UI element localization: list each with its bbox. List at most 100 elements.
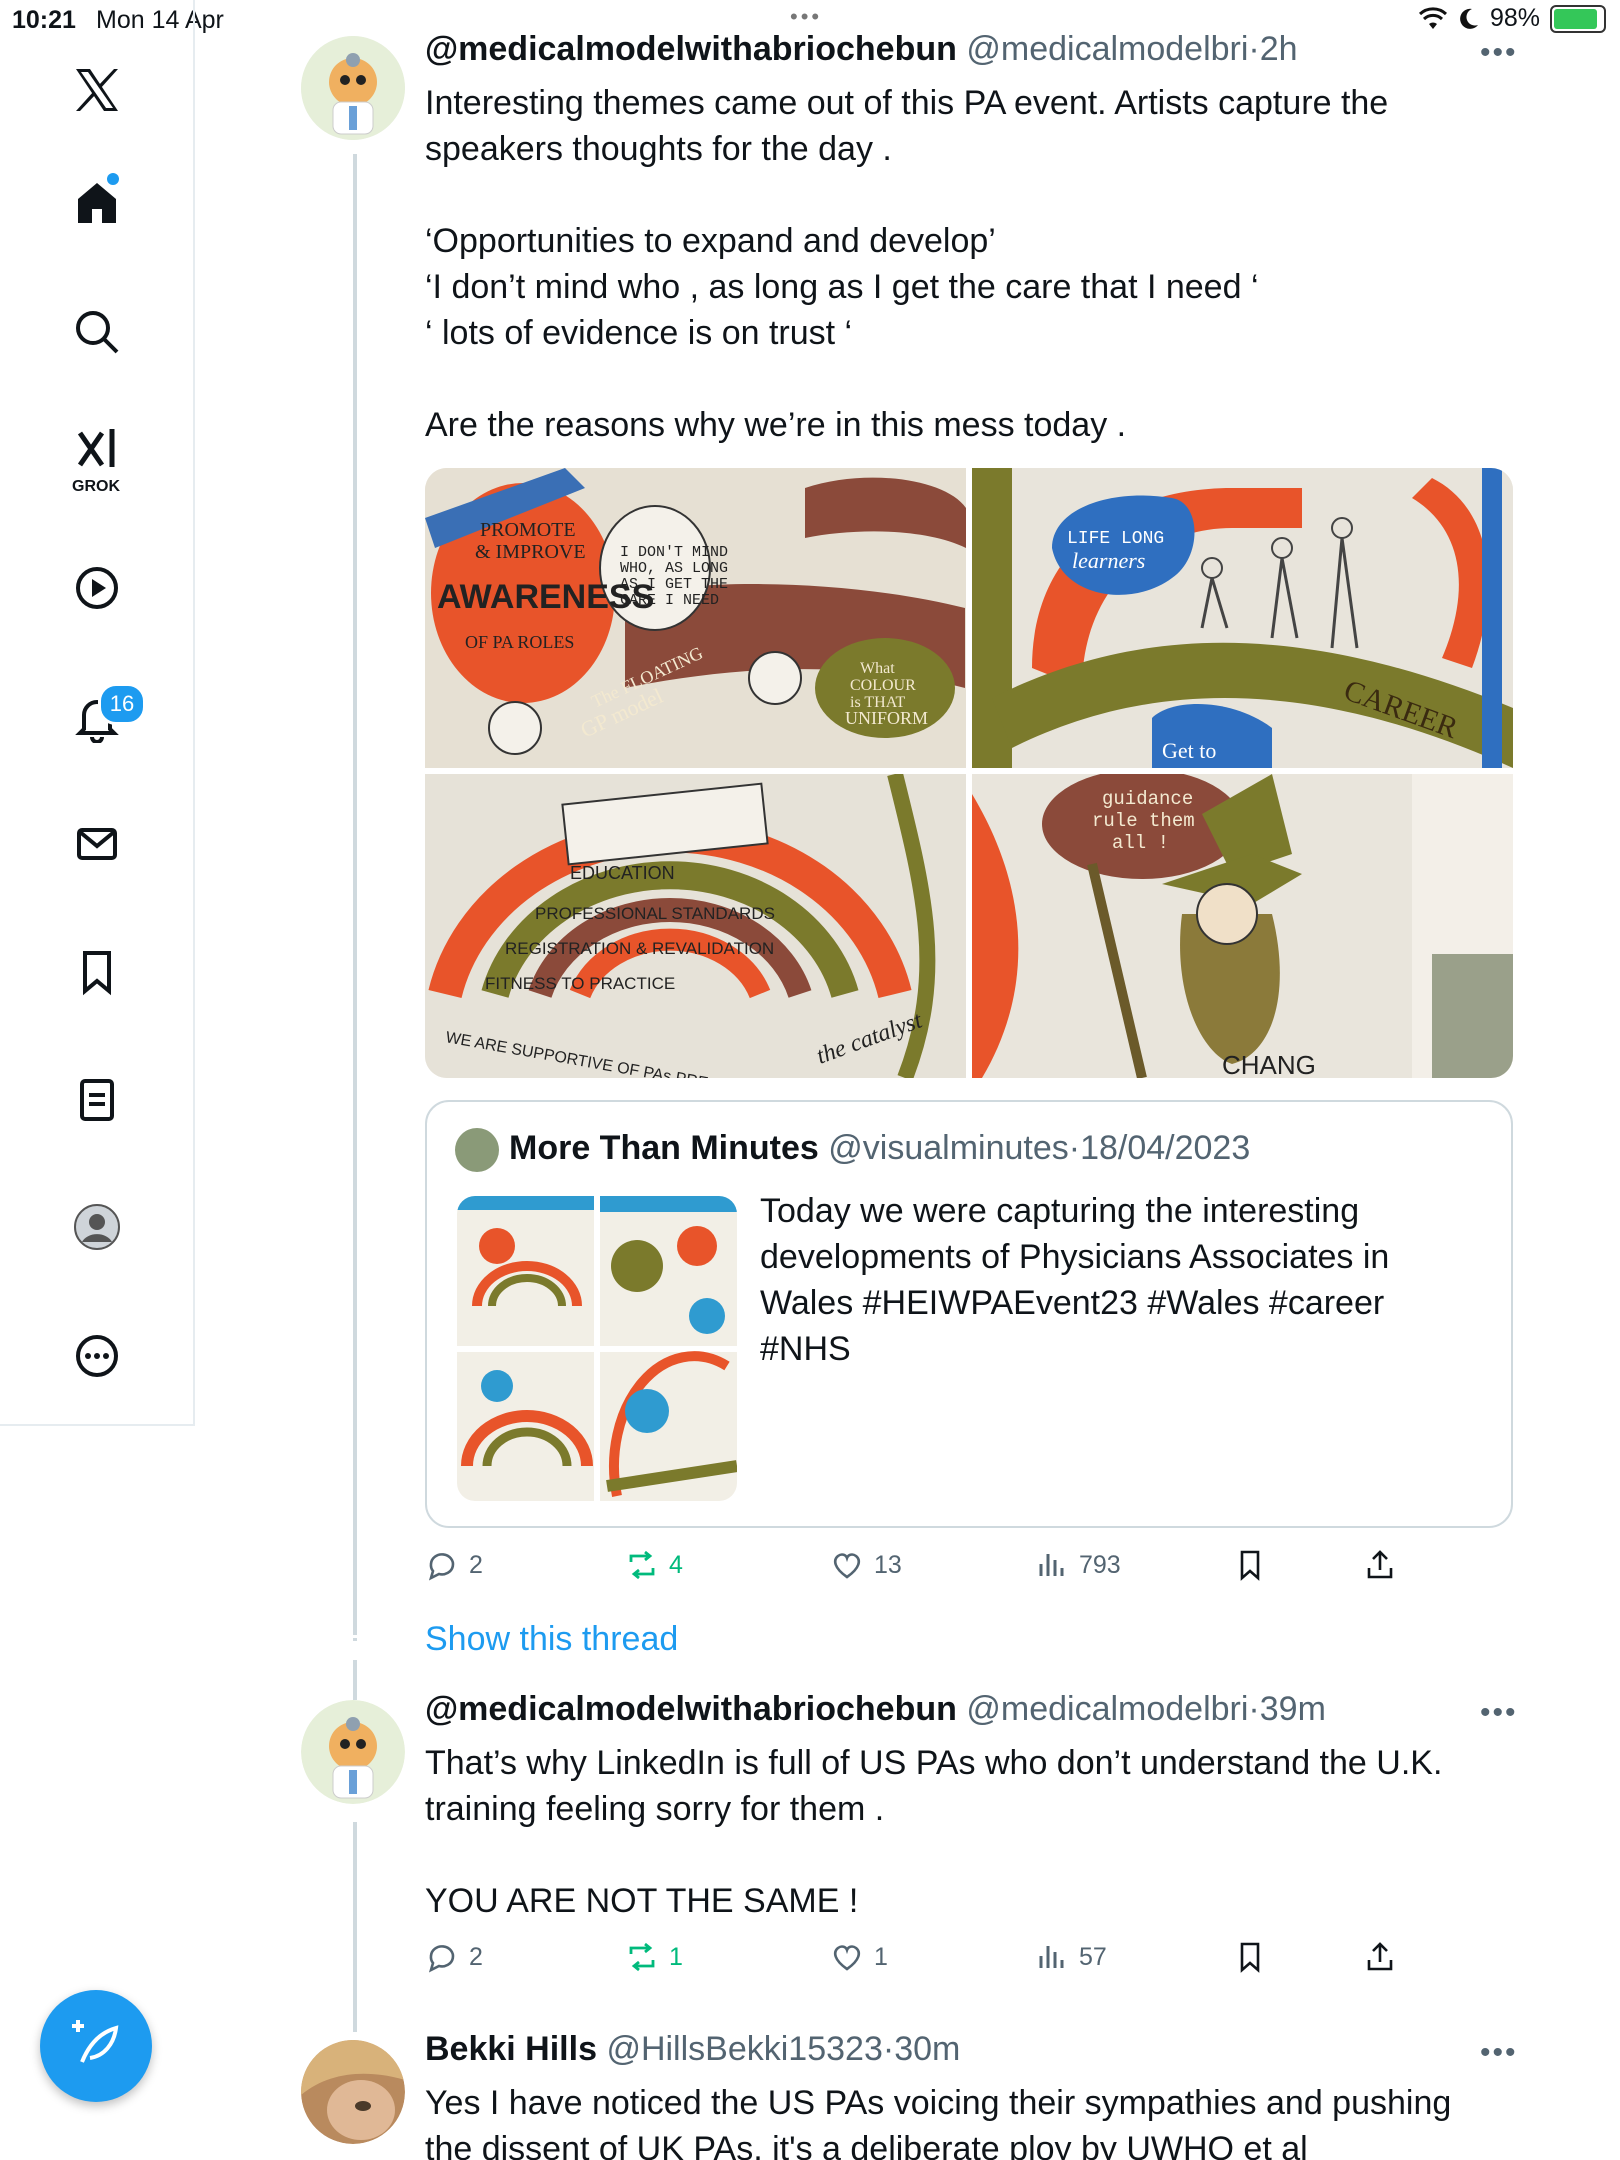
tweet-time[interactable]: 30m [894,2030,960,2068]
media-text: I DON'T MIND [620,544,728,561]
view-count: 57 [1079,1942,1107,1971]
avatar[interactable] [301,1700,405,1804]
media-text: AS I GET THE [620,576,728,593]
sidebar: GROK 16 [0,0,195,1426]
media-grid[interactable]: PROMOTE & IMPROVE AWARENESS OF PA ROLES … [425,468,1513,1078]
like-count: 13 [874,1550,902,1579]
search-icon[interactable] [57,292,137,372]
tweet-line: ‘Opportunities to expand and develop’ [425,222,996,260]
tweet-line: training feeling sorry for them . [425,1790,885,1828]
tweet-header: @medicalmodelwithabriochebun @medicalmod… [425,1690,1326,1728]
like-button[interactable]: 1 [830,1940,888,1974]
author-name[interactable]: @medicalmodelwithabriochebun [425,30,957,68]
share-icon [1367,1550,1393,1579]
tweet-line: YOU ARE NOT THE SAME ! [425,1882,859,1920]
repost-count: 1 [669,1942,683,1971]
tweet-line: the dissent of UK PAs, it's a deliberate… [425,2130,1308,2160]
compose-button[interactable] [40,1990,152,2102]
repost-icon [629,1942,655,1972]
more-options-icon[interactable]: ••• [1480,1696,1518,1730]
media-text: guidance [1102,788,1193,810]
share-button[interactable] [1363,1940,1397,1974]
mail-icon[interactable] [57,804,137,884]
tweet-line: ‘ lots of evidence is on trust ‘ [425,314,853,352]
media-image-4[interactable]: guidance rule them all ! CHANG [972,769,1513,1078]
tweet-line: Are the reasons why we’re in this mess t… [425,406,1127,444]
heart-icon [833,1553,861,1579]
media-image-2[interactable]: LIFE LONG learners CAREER Get to [972,468,1513,768]
avatar[interactable] [301,36,405,140]
video-play-icon[interactable] [57,548,137,628]
repost-icon [629,1550,655,1580]
author-handle[interactable]: @medicalmodelbri [966,1690,1248,1728]
multitask-dots-icon[interactable]: ••• [790,4,822,30]
reply-button[interactable]: 2 [425,1548,483,1582]
home-notification-dot [107,173,119,185]
quote-author-name[interactable]: More Than Minutes [509,1129,819,1167]
media-image-3[interactable]: EDUCATION PROFESSIONAL STANDARDS REGISTR… [425,772,966,1078]
show-thread-link[interactable]: Show this thread [425,1620,678,1659]
media-text: CHANG [1222,1050,1316,1078]
reply-button[interactable]: 2 [425,1940,483,1974]
tweet-time[interactable]: 39m [1260,1690,1326,1728]
media-text: Get to [1162,738,1216,763]
more-circle-icon[interactable] [57,1316,137,1396]
thread-connector [353,1822,357,2032]
reply-icon [428,1945,455,1973]
media-text: OF PA ROLES [465,632,574,652]
share-icon [1367,1942,1393,1971]
grok-label: GROK [72,478,120,495]
author-name[interactable]: @medicalmodelwithabriochebun [425,1690,957,1728]
x-logo-icon[interactable] [57,50,137,130]
author-handle[interactable]: @HillsBekki15323 [606,2030,882,2068]
author-name[interactable]: Bekki Hills [425,2030,597,2068]
repost-count: 4 [669,1550,683,1579]
bookmark-button[interactable] [1233,1548,1267,1582]
media-text: UNIFORM [845,708,928,728]
quote-tweet[interactable]: More Than Minutes @visualminutes·18/04/2… [425,1100,1513,1528]
moon-icon [1460,8,1478,29]
tweet-header: @medicalmodelwithabriochebun @medicalmod… [425,30,1298,68]
quote-header: More Than Minutes @visualminutes·18/04/2… [455,1128,1250,1172]
tweet-actions: 2 1 1 57 [425,1940,1515,1990]
views-button[interactable]: 57 [1035,1940,1107,1974]
repost-button[interactable]: 1 [625,1940,683,1974]
quote-text: Today we were capturing the interesting … [760,1192,1390,1368]
avatar[interactable] [301,2040,405,2144]
bookmark-icon [1240,1942,1260,1973]
media-text: PROMOTE [480,519,576,541]
media-text: What [860,660,895,677]
views-button[interactable]: 793 [1035,1548,1121,1582]
quote-author-handle[interactable]: @visualminutes [828,1129,1069,1167]
tweet-text: Interesting themes came out of this PA e… [425,80,1515,448]
bookmark-button[interactable] [1233,1940,1267,1974]
repost-button[interactable]: 4 [625,1548,683,1582]
share-button[interactable] [1363,1548,1397,1582]
quote-avatar[interactable] [455,1128,499,1172]
media-text: COLOUR [850,677,916,694]
quote-media-thumbnail[interactable] [457,1196,737,1501]
media-text: EDUCATION [570,863,675,883]
thread-connector [353,154,357,1632]
tweet-header: Bekki Hills @HillsBekki15323·30m [425,2030,961,2068]
bookmark-icon[interactable] [57,932,137,1012]
home-icon[interactable] [57,162,137,242]
tweet-line [425,356,1515,402]
author-handle[interactable]: @medicalmodelbri [966,30,1248,68]
views-icon [1039,1554,1064,1576]
like-button[interactable]: 13 [830,1548,902,1582]
feather-plus-icon [72,2020,119,2063]
notification-badge: 16 [98,683,146,725]
bookmark-icon [1240,1550,1260,1581]
media-image-1[interactable]: PROMOTE & IMPROVE AWARENESS OF PA ROLES … [425,468,966,768]
more-options-icon[interactable]: ••• [1480,36,1518,70]
profile-icon[interactable] [57,1187,137,1267]
more-options-icon[interactable]: ••• [1480,2036,1518,2070]
heart-icon [833,1945,861,1971]
media-text: LIFE LONG [1067,529,1164,549]
tweet-line: Interesting themes came out of this PA e… [425,84,1389,122]
tweet-time[interactable]: 2h [1260,30,1298,68]
reply-icon [428,1553,455,1581]
lists-icon[interactable] [57,1060,137,1140]
view-count: 793 [1079,1550,1121,1579]
